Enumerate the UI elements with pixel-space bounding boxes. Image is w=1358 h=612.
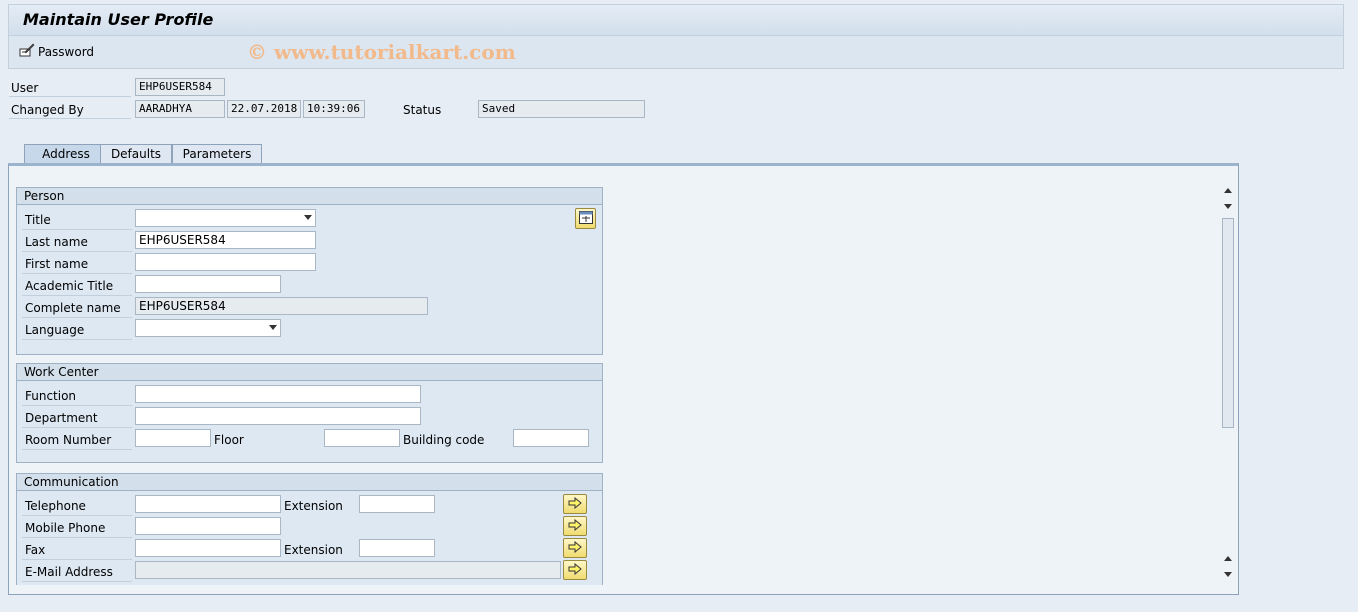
fax-label: Fax xyxy=(25,543,46,557)
last-name-input[interactable]: EHP6USER584 xyxy=(135,231,316,249)
scroll-up-icon[interactable] xyxy=(1224,556,1232,561)
fax-input[interactable] xyxy=(135,539,281,557)
email-label: E-Mail Address xyxy=(25,565,113,579)
first-name-label: First name xyxy=(25,257,89,271)
communication-heading: Communication xyxy=(17,474,602,491)
academic-title-input[interactable] xyxy=(135,275,281,293)
mobile-more-button[interactable] xyxy=(563,516,587,536)
divider xyxy=(22,317,132,318)
expand-address-button[interactable] xyxy=(575,208,596,229)
password-edit-icon xyxy=(19,43,35,60)
mobile-phone-input[interactable] xyxy=(135,517,281,535)
telephone-more-button[interactable] xyxy=(563,494,587,514)
password-button[interactable]: Password xyxy=(19,43,94,60)
building-code-input[interactable] xyxy=(513,429,589,447)
status-field[interactable]: Saved xyxy=(478,100,645,118)
status-label: Status xyxy=(403,103,442,117)
tab-address[interactable]: Address xyxy=(24,144,108,165)
first-name-input[interactable] xyxy=(135,253,316,271)
telephone-extension-label: Extension xyxy=(284,499,343,513)
more-details-arrow-icon xyxy=(568,518,582,534)
changed-time-field[interactable]: 10:39:06 xyxy=(303,100,365,118)
divider xyxy=(22,581,132,582)
divider xyxy=(9,118,131,119)
floor-label: Floor xyxy=(214,433,244,447)
complete-name-label: Complete name xyxy=(25,301,121,315)
divider xyxy=(22,427,132,428)
last-name-label: Last name xyxy=(25,235,88,249)
scrollbar-thumb[interactable] xyxy=(1222,218,1234,428)
page-title: Maintain User Profile xyxy=(23,10,214,29)
title-select[interactable] xyxy=(135,209,316,227)
divider xyxy=(22,339,132,340)
function-label: Function xyxy=(25,389,77,403)
divider xyxy=(9,96,131,97)
department-label: Department xyxy=(25,411,98,425)
chevron-down-icon xyxy=(304,215,312,220)
tab-defaults[interactable]: Defaults xyxy=(100,144,172,164)
department-input[interactable] xyxy=(135,407,421,425)
divider xyxy=(22,449,132,450)
divider xyxy=(22,229,132,230)
academic-title-label: Academic Title xyxy=(25,279,114,293)
complete-name-field[interactable]: EHP6USER584 xyxy=(135,297,428,315)
floor-input[interactable] xyxy=(324,429,400,447)
title-label: Title xyxy=(25,213,51,227)
changed-date-field[interactable]: 22.07.2018 xyxy=(227,100,301,118)
more-details-arrow-icon xyxy=(568,496,582,512)
mobile-phone-label: Mobile Phone xyxy=(25,521,106,535)
work-center-heading: Work Center xyxy=(17,364,602,381)
email-more-button[interactable] xyxy=(563,560,587,580)
function-input[interactable] xyxy=(135,385,421,403)
changed-by-field[interactable]: AARADHYA xyxy=(135,100,225,118)
application-toolbar: Password © www.tutorialkart.com xyxy=(8,35,1344,69)
language-select[interactable] xyxy=(135,319,281,337)
changed-by-label: Changed By xyxy=(11,103,84,117)
chevron-down-icon xyxy=(269,325,277,330)
scroll-down-icon[interactable] xyxy=(1224,204,1232,209)
password-label: Password xyxy=(38,44,95,59)
user-field[interactable]: EHP6USER584 xyxy=(135,78,225,96)
language-label: Language xyxy=(25,323,85,337)
divider xyxy=(22,273,132,274)
scroll-down-icon[interactable] xyxy=(1224,572,1232,577)
fax-more-button[interactable] xyxy=(563,538,587,558)
fax-extension-input[interactable] xyxy=(359,539,435,557)
divider xyxy=(22,295,132,296)
email-input[interactable] xyxy=(135,561,561,579)
more-details-arrow-icon xyxy=(568,540,582,556)
telephone-label: Telephone xyxy=(25,499,86,513)
scroll-up-icon[interactable] xyxy=(1224,188,1232,193)
room-number-label: Room Number xyxy=(25,433,112,447)
divider xyxy=(22,251,132,252)
room-number-input[interactable] xyxy=(135,429,211,447)
tab-parameters[interactable]: Parameters xyxy=(172,144,262,164)
divider xyxy=(22,559,132,560)
expand-address-icon xyxy=(578,210,593,227)
more-details-arrow-icon xyxy=(568,562,582,578)
divider xyxy=(22,405,132,406)
watermark: © www.tutorialkart.com xyxy=(247,40,516,64)
title-bar: Maintain User Profile xyxy=(8,4,1344,35)
fax-extension-label: Extension xyxy=(284,543,343,557)
vertical-scrollbar[interactable] xyxy=(1221,184,1235,584)
building-code-label: Building code xyxy=(403,433,485,447)
divider xyxy=(22,537,132,538)
divider xyxy=(22,515,132,516)
telephone-input[interactable] xyxy=(135,495,281,513)
person-heading: Person xyxy=(17,188,602,205)
user-label: User xyxy=(11,81,39,95)
telephone-extension-input[interactable] xyxy=(359,495,435,513)
